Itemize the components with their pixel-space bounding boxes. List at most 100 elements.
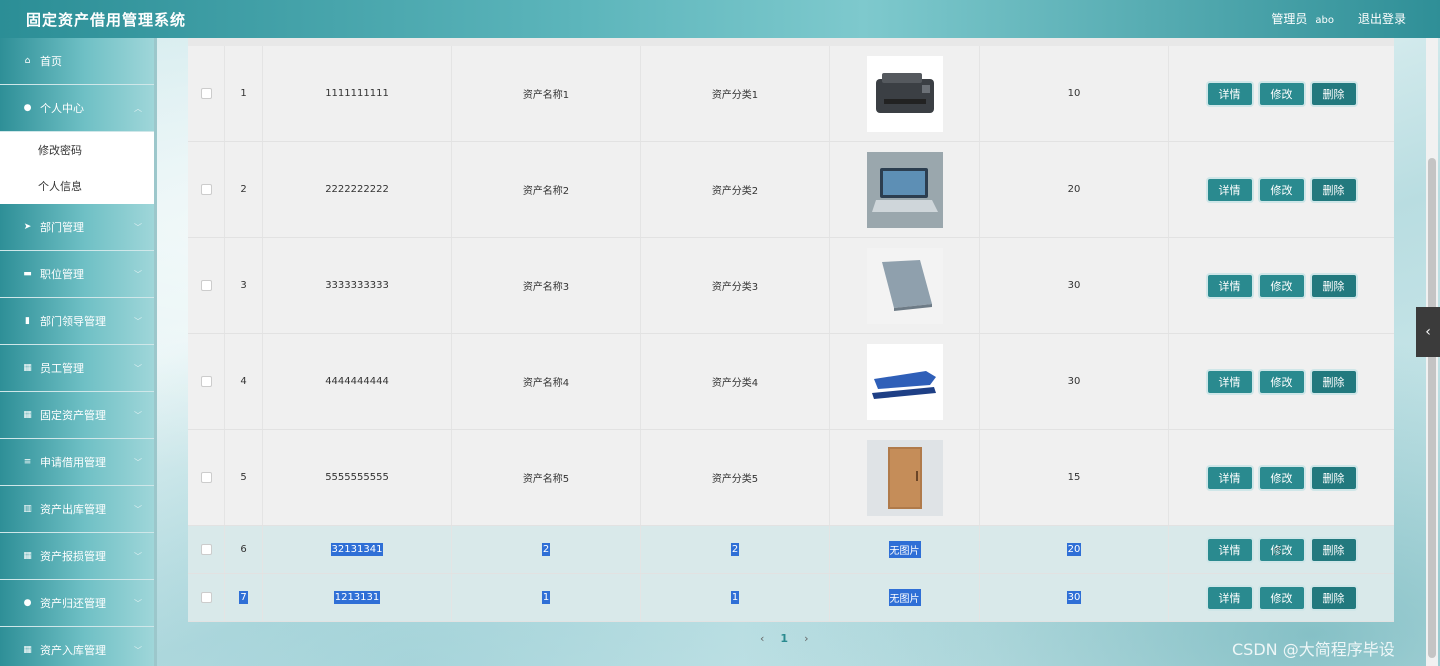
row-checkbox[interactable] (200, 592, 212, 603)
chevron-down-icon: ﹀ (134, 598, 142, 608)
user-icon: ● (23, 103, 32, 113)
clipboard-icon: ▮ (25, 316, 30, 326)
sidebar-item-label: 个人中心 (40, 102, 84, 115)
delete-button[interactable]: 删除 (1311, 370, 1356, 393)
asset-code: 3333333333 (263, 238, 452, 333)
sidebar-item-fixed-asset[interactable]: ▦ 固定资产管理 ﹀ (0, 392, 154, 439)
pagination: ‹ 1 › (760, 632, 808, 645)
send-icon: ➤ (23, 222, 32, 232)
sidebar-item-label: 首页 (40, 55, 62, 68)
sidebar-item-department[interactable]: ➤ 部门管理 ﹀ (0, 204, 154, 251)
table-row: 3 3333333333 资产名称3 资产分类3 30 详情 修改 删除 (188, 238, 1394, 334)
scrollbar-thumb[interactable] (1428, 158, 1436, 658)
row-index: 7 (239, 591, 248, 604)
app-title: 固定资产借用管理系统 (26, 11, 187, 29)
sidebar: ⌂ 首页 ● 个人中心 ︿ 修改密码 个人信息 ➤ 部门管理 ﹀ ▬ 职位管理 … (0, 38, 157, 666)
asset-category: 1 (730, 591, 740, 604)
pin-icon: ● (23, 598, 32, 608)
asset-image-cabinet (866, 439, 943, 516)
list-icon: ≡ (23, 457, 32, 467)
delete-button[interactable]: 删除 (1311, 586, 1356, 609)
detail-button[interactable]: 详情 (1207, 274, 1252, 297)
sidebar-item-home[interactable]: ⌂ 首页 (0, 38, 154, 85)
asset-qty: 10 (980, 46, 1169, 141)
table-row: 5 5555555555 资产名称5 资产分类5 15 详情 修改 删除 (188, 430, 1394, 526)
sidebar-item-asset-outbound[interactable]: ▥ 资产出库管理 ﹀ (0, 486, 154, 533)
detail-button[interactable]: 详情 (1207, 538, 1252, 561)
asset-name: 1 (541, 591, 551, 604)
submenu-item-change-password[interactable]: 修改密码 (0, 132, 154, 168)
prev-page-button[interactable]: ‹ (760, 632, 764, 645)
grid-icon: ▦ (23, 551, 32, 561)
logout-link[interactable]: 退出登录 (1358, 10, 1406, 27)
asset-qty: 15 (980, 430, 1169, 525)
next-page-button[interactable]: › (804, 632, 808, 645)
asset-name: 资产名称2 (452, 142, 641, 237)
asset-image-laptop-closed (866, 247, 943, 324)
row-checkbox[interactable] (200, 88, 212, 99)
delete-button[interactable]: 删除 (1311, 274, 1356, 297)
delete-button[interactable]: 删除 (1311, 82, 1356, 105)
detail-button[interactable]: 详情 (1207, 586, 1252, 609)
sidebar-item-label: 部门领导管理 (40, 315, 106, 328)
table-row: 1 1111111111 资产名称1 资产分类1 10 详情 修改 删除 (188, 46, 1394, 142)
sidebar-item-label: 申请借用管理 (40, 456, 106, 469)
sidebar-item-personal-center[interactable]: ● 个人中心 ︿ (0, 85, 154, 132)
delete-button[interactable]: 删除 (1311, 178, 1356, 201)
collapse-panel-button[interactable]: ‹ (1416, 307, 1440, 357)
edit-button[interactable]: 修改 (1259, 274, 1304, 297)
user-role: 管理员 (1271, 12, 1308, 26)
asset-code: 2222222222 (263, 142, 452, 237)
asset-qty: 30 (1066, 591, 1082, 604)
chevron-up-icon: ︿ (134, 103, 142, 113)
sidebar-item-asset-inbound[interactable]: ▦ 资产入库管理 ﹀ (0, 627, 154, 666)
detail-button[interactable]: 详情 (1207, 82, 1252, 105)
asset-name: 资产名称4 (452, 334, 641, 429)
edit-button[interactable]: 修改 (1259, 370, 1304, 393)
asset-name: 2 (541, 543, 551, 556)
sidebar-item-employee[interactable]: ▦ 员工管理 ﹀ (0, 345, 154, 392)
delete-button[interactable]: 删除 (1311, 538, 1356, 561)
row-checkbox[interactable] (200, 376, 212, 387)
grid-icon: ▦ (23, 410, 32, 420)
delete-button[interactable]: 删除 (1311, 466, 1356, 489)
row-checkbox[interactable] (200, 544, 212, 555)
detail-button[interactable]: 详情 (1207, 178, 1252, 201)
submenu-item-profile[interactable]: 个人信息 (0, 168, 154, 204)
chevron-down-icon: ﹀ (134, 645, 142, 655)
asset-table: 1 1111111111 资产名称1 资产分类1 10 详情 修改 删除 2 2… (188, 38, 1394, 622)
sidebar-item-position[interactable]: ▬ 职位管理 ﹀ (0, 251, 154, 298)
detail-button[interactable]: 详情 (1207, 370, 1252, 393)
row-index: 2 (225, 142, 263, 237)
asset-category: 资产分类3 (641, 238, 830, 333)
asset-category: 资产分类2 (641, 142, 830, 237)
user-name: abo (1315, 15, 1334, 26)
sidebar-item-borrow-request[interactable]: ≡ 申请借用管理 ﹀ (0, 439, 154, 486)
row-checkbox[interactable] (200, 184, 212, 195)
chevron-down-icon: ﹀ (134, 316, 142, 326)
edit-button[interactable]: 修改 (1259, 586, 1304, 609)
submenu-personal-center: 修改密码 个人信息 (0, 132, 154, 204)
edit-button[interactable]: 修改 (1259, 82, 1304, 105)
mouse-cursor-icon: ☝ (1273, 543, 1282, 559)
row-checkbox[interactable] (200, 472, 212, 483)
chevron-down-icon: ﹀ (134, 457, 142, 467)
asset-qty: 30 (980, 334, 1169, 429)
edit-button[interactable]: 修改 (1259, 178, 1304, 201)
edit-button[interactable]: 修改 (1259, 466, 1304, 489)
sidebar-item-asset-return[interactable]: ● 资产归还管理 ﹀ (0, 580, 154, 627)
chevron-down-icon: ﹀ (134, 504, 142, 514)
asset-category: 资产分类5 (641, 430, 830, 525)
table-row: 2 2222222222 资产名称2 资产分类2 20 详情 修改 删除 (188, 142, 1394, 238)
sidebar-item-asset-loss[interactable]: ▦ 资产报损管理 ﹀ (0, 533, 154, 580)
asset-qty: 30 (980, 238, 1169, 333)
sidebar-item-dept-leader[interactable]: ▮ 部门领导管理 ﹀ (0, 298, 154, 345)
detail-button[interactable]: 详情 (1207, 466, 1252, 489)
row-checkbox[interactable] (200, 280, 212, 291)
asset-name: 资产名称5 (452, 430, 641, 525)
home-icon: ⌂ (24, 56, 31, 66)
grid-icon: ▦ (23, 645, 32, 655)
sidebar-item-label: 职位管理 (40, 268, 84, 281)
page-number-current[interactable]: 1 (780, 632, 788, 645)
sidebar-item-label: 资产报损管理 (40, 550, 106, 563)
